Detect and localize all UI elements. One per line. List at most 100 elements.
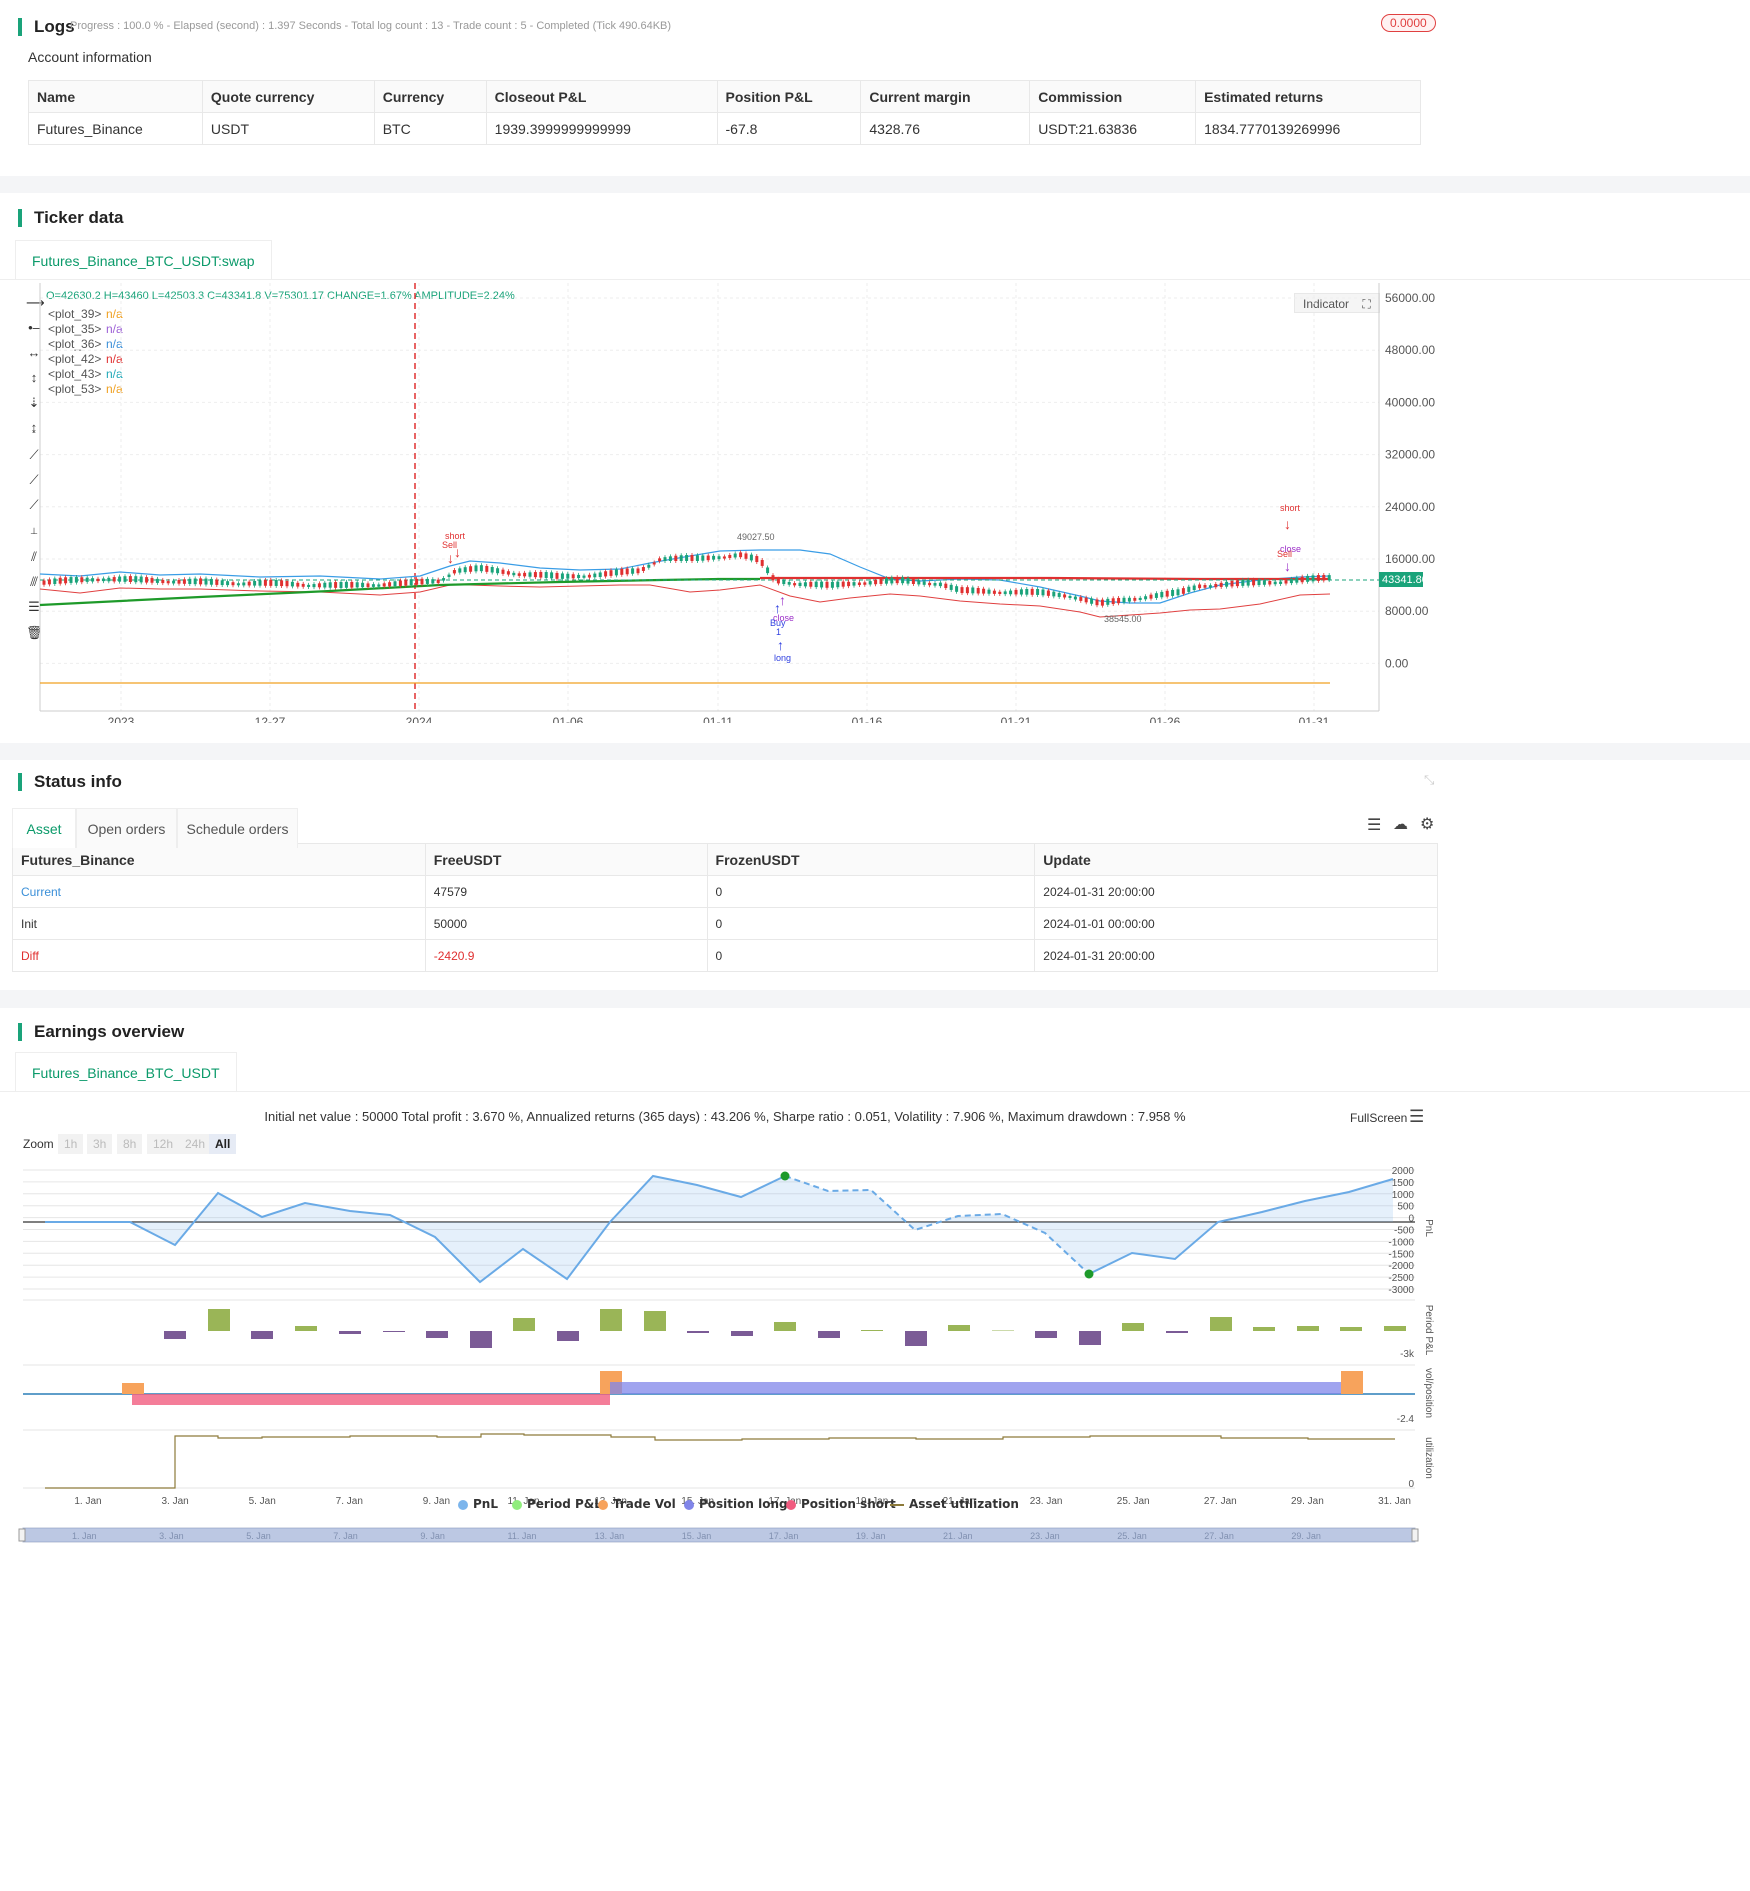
candle-body	[1235, 580, 1239, 587]
close-arrow-icon: ↑	[779, 592, 786, 608]
period-pnl-bar	[426, 1331, 448, 1338]
account-col-header: Position P&L	[716, 80, 862, 113]
candle-body	[631, 568, 635, 574]
candle-body	[463, 567, 467, 573]
asset-row: Current 47579 0 2024-01-31 20:00:00	[12, 875, 1438, 908]
zoom-option-All[interactable]: All	[209, 1134, 237, 1154]
candle-body	[393, 581, 397, 587]
candle-body	[123, 576, 127, 582]
date-tick-label: 12-27	[255, 715, 286, 723]
account-cell: USDT:21.63836	[1029, 112, 1197, 145]
date-tick-label: 01-06	[553, 715, 584, 723]
candle-body	[733, 553, 737, 558]
cloud-download-icon[interactable]: ☁	[1393, 815, 1408, 833]
candle-body	[1003, 591, 1007, 595]
earnings-date-tick: 9. Jan	[423, 1496, 450, 1507]
asset-cell: -2420.9	[424, 939, 708, 972]
logs-summary: Progress : 100.0 % - Elapsed (second) : …	[70, 20, 672, 32]
period-pnl-bar	[1210, 1317, 1232, 1331]
candle-body	[917, 580, 921, 585]
candle-body	[301, 583, 305, 587]
account-col-header: Quote currency	[201, 80, 375, 113]
position-long-bar	[610, 1382, 1350, 1394]
long-arrow-icon: ↑	[777, 637, 784, 653]
logs-badge: 0.0000	[1381, 14, 1436, 32]
earnings-date-tick: 25. Jan	[1117, 1496, 1150, 1507]
candle-body	[782, 580, 786, 585]
legend-label: Position long	[699, 1497, 788, 1511]
navigator-handle-left[interactable]	[18, 1528, 26, 1542]
period-pnl-bar	[948, 1325, 970, 1331]
asset-col-header: FrozenUSDT	[706, 843, 1036, 876]
candle-body	[258, 580, 262, 586]
short-arrow-icon: ↓	[454, 544, 461, 560]
candle-body	[992, 590, 996, 594]
lower-band-line	[39, 584, 1331, 618]
legend-item[interactable]: Trade Vol	[598, 1497, 676, 1511]
status-tab[interactable]: Open orders	[76, 808, 177, 848]
earnings-chart[interactable]: 2000150010005000-500-1000-1500-2000-2500…	[0, 1000, 1750, 1891]
candle-body	[1284, 580, 1288, 584]
candle-body	[442, 578, 446, 581]
candle-body	[685, 555, 689, 561]
candle-body	[506, 571, 510, 575]
legend-dot-icon	[684, 1499, 694, 1510]
candle-body	[550, 572, 554, 579]
asset-row: Diff -2420.9 0 2024-01-31 20:00:00	[12, 939, 1438, 972]
zoom-option-1h[interactable]: 1h	[58, 1134, 84, 1154]
last-price-value: 43341.80	[1382, 574, 1428, 586]
settings-gear-icon[interactable]: ⚙	[1420, 814, 1434, 834]
candlestick-chart[interactable]: 56000.00 48000.00 40000.00 32000.00 24000.00…	[0, 283, 1750, 723]
candle-body	[469, 566, 473, 572]
candle-body	[1019, 589, 1023, 595]
navigator-handle-right[interactable]	[1411, 1528, 1419, 1542]
candle-body	[382, 583, 386, 587]
candle-body	[431, 579, 435, 584]
account-cell: 4328.76	[860, 112, 1031, 145]
status-tab[interactable]: Asset	[12, 808, 76, 848]
navigator-date-tick: 3. Jan	[159, 1531, 184, 1541]
legend-item[interactable]: Position short	[786, 1497, 896, 1511]
account-col-header: Estimated returns	[1195, 80, 1421, 113]
pnl-tick-label: 2000	[1392, 1166, 1415, 1177]
date-tick-label: 01-26	[1150, 715, 1181, 723]
candle-body	[598, 572, 602, 577]
legend-item[interactable]: Asset utilization	[890, 1497, 1019, 1511]
candle-body	[895, 577, 899, 584]
account-cell: 1834.7770139269996	[1195, 112, 1421, 145]
zoom-option-24h[interactable]: 24h	[179, 1134, 212, 1154]
candle-body	[879, 578, 883, 584]
earnings-date-tick: 27. Jan	[1204, 1496, 1237, 1507]
account-cell: 1939.3999999999999	[485, 112, 718, 145]
candle-body	[755, 556, 759, 563]
axis-title: PnL	[1423, 1219, 1434, 1237]
candle-body	[1171, 589, 1175, 596]
candle-body	[328, 582, 332, 588]
tab-ticker-symbol[interactable]: Futures_Binance_BTC_USDT:swap	[15, 240, 272, 280]
zoom-option-3h[interactable]: 3h	[87, 1134, 113, 1154]
zoom-option-8h[interactable]: 8h	[117, 1134, 143, 1154]
candle-body	[204, 578, 208, 585]
candle-body	[220, 580, 224, 586]
legend-item[interactable]: PnL	[458, 1497, 498, 1511]
status-tab[interactable]: Schedule orders	[177, 808, 298, 848]
candle-body	[1246, 579, 1250, 586]
candle-body	[512, 572, 516, 576]
legend-item[interactable]: Period P&L	[512, 1497, 602, 1511]
collapse-icon[interactable]: ⤡	[1424, 772, 1434, 788]
asset-row: Init 50000 0 2024-01-01 00:00:00	[12, 907, 1438, 940]
period-pnl-bar	[339, 1331, 361, 1334]
candle-body	[145, 577, 149, 583]
candle-body	[1138, 597, 1142, 600]
candle-body	[134, 576, 138, 583]
pnl-tick-label: 1500	[1392, 1178, 1415, 1189]
candle-body	[1052, 591, 1056, 597]
candle-body	[485, 565, 489, 572]
ticker-title: Ticker data	[18, 209, 123, 227]
date-tick-label: 01-11	[703, 715, 733, 723]
zoom-option-12h[interactable]: 12h	[147, 1134, 180, 1154]
list-view-icon[interactable]: ☰	[1367, 815, 1381, 835]
earnings-date-tick: 23. Jan	[1030, 1496, 1063, 1507]
axis-title: utilization	[1423, 1437, 1434, 1479]
legend-item[interactable]: Position long	[684, 1497, 788, 1511]
